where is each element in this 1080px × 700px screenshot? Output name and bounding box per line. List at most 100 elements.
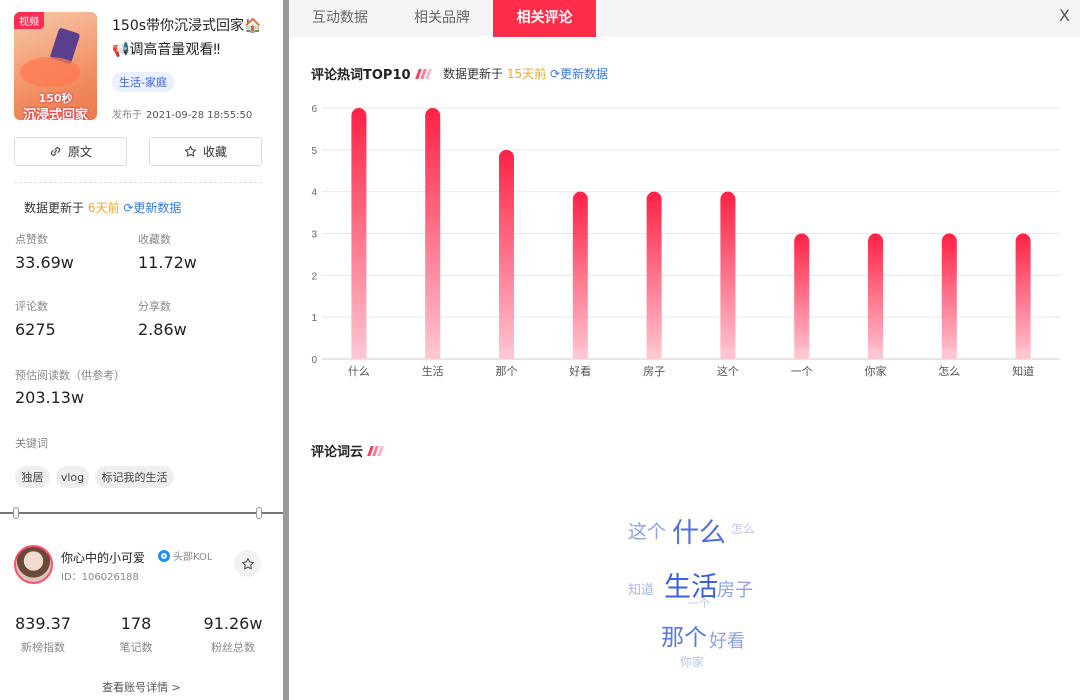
bar[interactable] [1015, 233, 1031, 360]
fans-label: 粉丝总数 [211, 641, 255, 654]
publish-prefix: 发布于 [112, 110, 142, 121]
chart-update-prefix: 数据更新于 [443, 67, 504, 81]
top10-title: 评论热词TOP10 [311, 64, 432, 83]
index-label: 新榜指数 [21, 641, 65, 654]
shares-label: 分享数 [138, 300, 171, 313]
bar-base [572, 349, 588, 359]
kol-icon [158, 549, 170, 562]
likes-value: 33.69w [15, 253, 74, 272]
x-tick-label: 那个 [496, 365, 518, 378]
keyword-chip[interactable]: 独居 [15, 466, 50, 488]
bar[interactable] [941, 233, 957, 360]
tab-comments[interactable]: 相关评论 [493, 0, 596, 37]
favorite-label: 收藏 [202, 145, 227, 159]
bar-base [794, 349, 810, 359]
bar[interactable] [572, 191, 588, 359]
x-tick-label: 好看 [569, 364, 591, 378]
y-tick-label: 4 [311, 188, 317, 199]
tab-interaction[interactable]: 互动数据 [289, 0, 391, 37]
bar[interactable] [499, 149, 514, 359]
keyword-chip[interactable]: 标记我的生活 [95, 466, 174, 488]
tab-brands[interactable]: 相关品牌 [391, 0, 493, 37]
cloud-word: 你家 [680, 655, 705, 669]
cloud-word: 知道 [628, 583, 655, 598]
account-name[interactable]: 你心中的小可爱 [61, 549, 145, 566]
chart-refresh-label: 更新数据 [560, 67, 609, 81]
tab-bar: 互动数据 相关品牌 相关评论 [289, 0, 1080, 37]
splitter-handle-right[interactable] [256, 507, 262, 519]
cloud-word: 好看 [709, 631, 745, 652]
cloud-word: 什么 [672, 518, 726, 549]
publish-time: 发布于 2021-09-28 18:55:50 [112, 106, 252, 121]
account-detail-link[interactable]: 查看账号详情 > [0, 679, 283, 695]
x-tick-label: 生活 [422, 364, 444, 378]
divider [14, 182, 262, 183]
splitter-handle-left[interactable] [13, 507, 19, 519]
account-id: ID：106026188 [61, 572, 139, 583]
bar[interactable] [646, 191, 662, 359]
analysis-panel: 互动数据 相关品牌 相关评论 X 评论热词TOP10 数据更新于 15天前 ⟳更… [289, 0, 1080, 700]
y-tick-label: 6 [311, 104, 317, 115]
bar-base [720, 349, 736, 359]
title-decoration-icon [414, 68, 432, 79]
bar[interactable] [794, 233, 810, 360]
refresh-icon: ⟳ [549, 67, 561, 81]
kol-badge: 头部KOL [158, 548, 212, 563]
comments-label: 评论数 [15, 300, 48, 313]
bar-base [646, 349, 662, 359]
bar[interactable] [720, 191, 736, 359]
fans-value: 91.26w [203, 614, 263, 633]
bar[interactable] [425, 108, 441, 359]
shares-value: 2.86w [138, 320, 187, 339]
bar[interactable] [868, 233, 883, 360]
bar-base [941, 349, 957, 359]
cloud-title-text: 评论词云 [311, 445, 364, 460]
x-tick-label: 知道 [1012, 364, 1034, 378]
cloud-word: 房子 [717, 580, 753, 601]
bar-base [425, 349, 441, 359]
cloud-word: 怎么 [731, 522, 756, 536]
update-days: 6天前 [87, 201, 120, 215]
x-tick-label: 你家 [865, 364, 887, 378]
likes-label: 点赞数 [15, 233, 48, 246]
kol-label: 头部KOL [173, 552, 213, 563]
follow-star-button[interactable] [234, 550, 261, 577]
y-tick-label: 3 [311, 230, 317, 241]
note-thumbnail[interactable]: 视频 150秒 沉浸式回家 [14, 12, 97, 120]
data-update-line: 数据更新于 6天前 ⟳更新数据 [24, 199, 181, 216]
index-value: 839.37 [15, 614, 71, 633]
chart-update-days: 15天前 [506, 67, 547, 81]
star-icon [241, 557, 254, 569]
comments-value: 6275 [15, 320, 56, 339]
x-tick-label: 一个 [791, 365, 813, 378]
bar-base [1015, 349, 1031, 359]
favorite-button[interactable]: 收藏 [149, 137, 262, 166]
category-tag[interactable]: 生活-家庭 [112, 72, 174, 92]
note-detail-panel: 视频 150秒 沉浸式回家 150s带你沉浸式回家🏠📢调高音量观看‼ 生活-家庭… [0, 0, 283, 700]
bar[interactable] [351, 108, 367, 359]
chart-refresh-link[interactable]: ⟳更新数据 [550, 67, 608, 81]
x-tick-label: 房子 [643, 365, 665, 378]
cloud-title: 评论词云 [311, 441, 384, 460]
reads-value: 203.13w [15, 388, 85, 407]
y-tick-label: 2 [311, 271, 317, 282]
note-title: 150s带你沉浸式回家🏠📢调高音量观看‼ [112, 18, 262, 58]
y-tick-label: 5 [311, 146, 317, 157]
x-tick-label: 这个 [717, 364, 739, 378]
bar-base [351, 349, 367, 359]
original-button[interactable]: 原文 [14, 137, 127, 166]
x-tick-label: 什么 [348, 365, 370, 378]
original-label: 原文 [67, 145, 92, 159]
update-prefix: 数据更新于 [24, 201, 85, 215]
keyword-chip[interactable]: vlog [56, 466, 89, 488]
cloud-word: 那个 [661, 625, 707, 651]
publish-datetime: 2021-09-28 18:55:50 [146, 110, 253, 121]
close-icon[interactable]: X [1059, 6, 1070, 25]
thumbnail-graphic [20, 57, 80, 87]
y-tick-label: 1 [311, 313, 317, 324]
chart-update-line: 数据更新于 15天前 ⟳更新数据 [443, 65, 608, 82]
refresh-data-link[interactable]: ⟳更新数据 [123, 201, 181, 215]
reads-label: 预估阅读数（供参考） [15, 369, 125, 382]
avatar[interactable] [14, 545, 53, 584]
refresh-label: 更新数据 [133, 201, 182, 215]
